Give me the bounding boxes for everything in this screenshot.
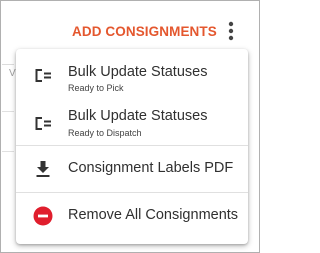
menu-item-bulk-update-ready-to-pick[interactable]: Bulk Update Statuses Ready to Pick <box>16 49 248 98</box>
add-consignments-button[interactable]: ADD CONSIGNMENTS <box>72 24 217 39</box>
app-frame: ADD CONSIGNMENTS V Bulk Update Statuses … <box>0 0 260 253</box>
remove-circle-icon <box>33 206 53 226</box>
background-row-divider <box>2 151 14 152</box>
menu-item-label: Consignment Labels PDF <box>68 160 234 176</box>
menu-item-label: Bulk Update Statuses <box>68 108 208 124</box>
menu-item-label: Remove All Consignments <box>68 207 239 223</box>
menu-item-sublabel: Ready to Pick <box>68 83 124 93</box>
menu-item-bulk-update-ready-to-dispatch[interactable]: Bulk Update Statuses Ready to Dispatch <box>16 98 248 145</box>
menu-item-remove-all-consignments[interactable]: Remove All Consignments <box>16 193 248 239</box>
download-icon <box>33 159 53 179</box>
list-indent-icon <box>33 66 53 86</box>
menu-item-sublabel: Ready to Dispatch <box>68 128 142 138</box>
list-indent-icon <box>33 114 53 134</box>
more-vert-icon <box>228 21 234 41</box>
background-column-header: V <box>9 68 16 79</box>
menu-item-consignment-labels-pdf[interactable]: Consignment Labels PDF <box>16 146 248 192</box>
actions-menu: Bulk Update Statuses Ready to Pick Bulk … <box>16 49 248 244</box>
menu-item-label: Bulk Update Statuses <box>68 64 208 80</box>
top-bar: ADD CONSIGNMENTS <box>2 2 258 54</box>
more-options-button[interactable] <box>220 18 242 44</box>
background-row-divider <box>2 111 14 112</box>
background-table-edge <box>2 64 14 244</box>
